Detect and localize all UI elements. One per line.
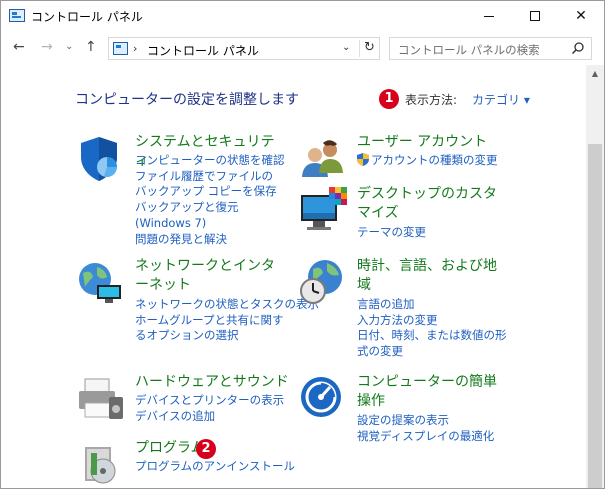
category-title-clock-region[interactable]: 時計、言語、および地域 xyxy=(357,257,503,295)
maximize-button[interactable] xyxy=(512,1,558,31)
category-title-appearance[interactable]: デスクトップのカスタマイズ xyxy=(357,185,507,223)
link-change-theme[interactable]: テーマの変更 xyxy=(357,225,527,241)
window-title: コントロール パネル xyxy=(31,10,143,24)
link-add-language[interactable]: 言語の追加 xyxy=(357,297,515,313)
minimize-icon xyxy=(484,15,494,17)
category-links-programs: プログラムのアンインストール xyxy=(135,459,305,475)
page-title: コンピューターの設定を調整します xyxy=(75,92,299,108)
back-button[interactable]: ← xyxy=(13,39,25,55)
category-title-programs[interactable]: プログラム xyxy=(135,439,255,458)
search-input[interactable]: コントロール パネルの検索 xyxy=(389,37,592,60)
category-title-network-internet[interactable]: ネットワークとインターネット xyxy=(135,257,285,295)
uac-shield-icon xyxy=(357,153,369,166)
up-button[interactable]: ↑ xyxy=(85,39,97,55)
link-change-date-format[interactable]: 日付、時刻、または数値の形式の変更 xyxy=(357,328,515,359)
close-button[interactable]: ✕ xyxy=(558,1,604,31)
users-icon[interactable] xyxy=(299,135,347,183)
scroll-up-arrow-icon[interactable]: ▲ xyxy=(586,65,604,82)
navigation-bar: ← → ⌄ ↑ › コントロール パネル › ⌄ ↻ コントロール パネルの検索 xyxy=(1,31,604,65)
recent-locations-button[interactable]: ⌄ xyxy=(65,41,73,52)
control-panel-icon xyxy=(9,9,25,22)
shield-icon[interactable] xyxy=(77,135,125,183)
address-divider xyxy=(359,40,360,57)
category-title-hardware-sound[interactable]: ハードウェアとサウンド xyxy=(135,373,305,392)
category-links-network-internet: ネットワークの状態とタスクの表示 ホームグループと共有に関するオプションの選択 xyxy=(135,297,319,344)
address-dropdown-icon[interactable]: ⌄ xyxy=(342,42,350,53)
control-panel-window: コントロール パネル ✕ ← → ⌄ ↑ › コントロール パネル › ⌄ ↻ … xyxy=(0,0,605,489)
category-links-clock-region: 言語の追加 入力方法の変更 日付、時刻、または数値の形式の変更 xyxy=(357,297,515,360)
printer-icon[interactable] xyxy=(77,375,125,423)
link-devices-printers[interactable]: デバイスとプリンターの表示 xyxy=(135,393,305,409)
refresh-button[interactable]: ↻ xyxy=(364,40,375,55)
link-backup-restore[interactable]: バックアップと復元 (Windows 7) xyxy=(135,200,283,231)
link-optimize-display[interactable]: 視覚ディスプレイの最適化 xyxy=(357,429,527,445)
link-network-status[interactable]: ネットワークの状態とタスクの表示 xyxy=(135,297,319,313)
link-change-account-type-label: アカウントの種類の変更 xyxy=(371,153,498,167)
view-by-dropdown[interactable]: カテゴリ ▾ xyxy=(472,91,530,108)
network-globe-icon[interactable] xyxy=(77,259,125,307)
minimize-button[interactable] xyxy=(466,1,512,31)
category-links-appearance: テーマの変更 xyxy=(357,225,527,241)
link-file-history[interactable]: ファイル履歴でファイルのバックアップ コピーを保存 xyxy=(135,169,283,200)
link-uninstall-program[interactable]: プログラムのアンインストール xyxy=(135,459,305,475)
link-change-input-method[interactable]: 入力方法の変更 xyxy=(357,313,515,329)
scrollbar-thumb[interactable] xyxy=(588,144,602,488)
clock-globe-icon[interactable] xyxy=(299,259,347,307)
link-check-status[interactable]: コンピューターの状態を確認 xyxy=(135,153,285,169)
link-suggested-settings[interactable]: 設定の提案の表示 xyxy=(357,413,527,429)
address-bar[interactable]: › コントロール パネル › ⌄ ↻ xyxy=(108,37,380,60)
link-add-device[interactable]: デバイスの追加 xyxy=(135,409,305,425)
link-homegroup-sharing[interactable]: ホームグループと共有に関するオプションの選択 xyxy=(135,313,289,344)
category-links-hardware-sound: デバイスとプリンターの表示 デバイスの追加 xyxy=(135,393,305,424)
view-by-label: 表示方法: xyxy=(405,93,458,107)
maximize-icon xyxy=(530,11,540,21)
breadcrumb-separator-icon[interactable]: › xyxy=(133,42,137,55)
main-content: コンピューターの設定を調整します 1 表示方法: カテゴリ ▾ システムとセキュ… xyxy=(1,65,586,489)
category-links-user-accounts: アカウントの種類の変更 xyxy=(357,153,527,169)
control-panel-small-icon xyxy=(113,42,128,55)
annotation-badge-1: 1 xyxy=(379,89,399,109)
title-bar: コントロール パネル ✕ xyxy=(1,1,604,31)
annotation-badge-2: 2 xyxy=(196,439,216,459)
forward-button[interactable]: → xyxy=(41,39,53,55)
link-change-account-type[interactable]: アカウントの種類の変更 xyxy=(357,153,527,169)
programs-icon[interactable] xyxy=(77,441,125,489)
close-icon: ✕ xyxy=(575,8,587,24)
breadcrumb-separator-icon[interactable]: › xyxy=(241,42,245,55)
link-troubleshoot[interactable]: 問題の発見と解決 xyxy=(135,232,283,248)
vertical-scrollbar[interactable]: ▲ xyxy=(586,65,604,488)
category-title-ease-of-access[interactable]: コンピューターの簡単操作 xyxy=(357,373,503,411)
category-links-ease-of-access: 設定の提案の表示 視覚ディスプレイの最適化 xyxy=(357,413,527,444)
category-links-system-security: コンピューターの状態を確認 ファイル履歴でファイルのバックアップ コピーを保存 … xyxy=(135,153,285,248)
search-placeholder: コントロール パネルの検索 xyxy=(398,43,540,57)
ease-of-access-icon[interactable] xyxy=(299,375,347,423)
category-title-user-accounts[interactable]: ユーザー アカウント xyxy=(357,133,517,152)
desktop-customize-icon[interactable] xyxy=(299,187,347,235)
search-icon[interactable] xyxy=(571,41,585,55)
